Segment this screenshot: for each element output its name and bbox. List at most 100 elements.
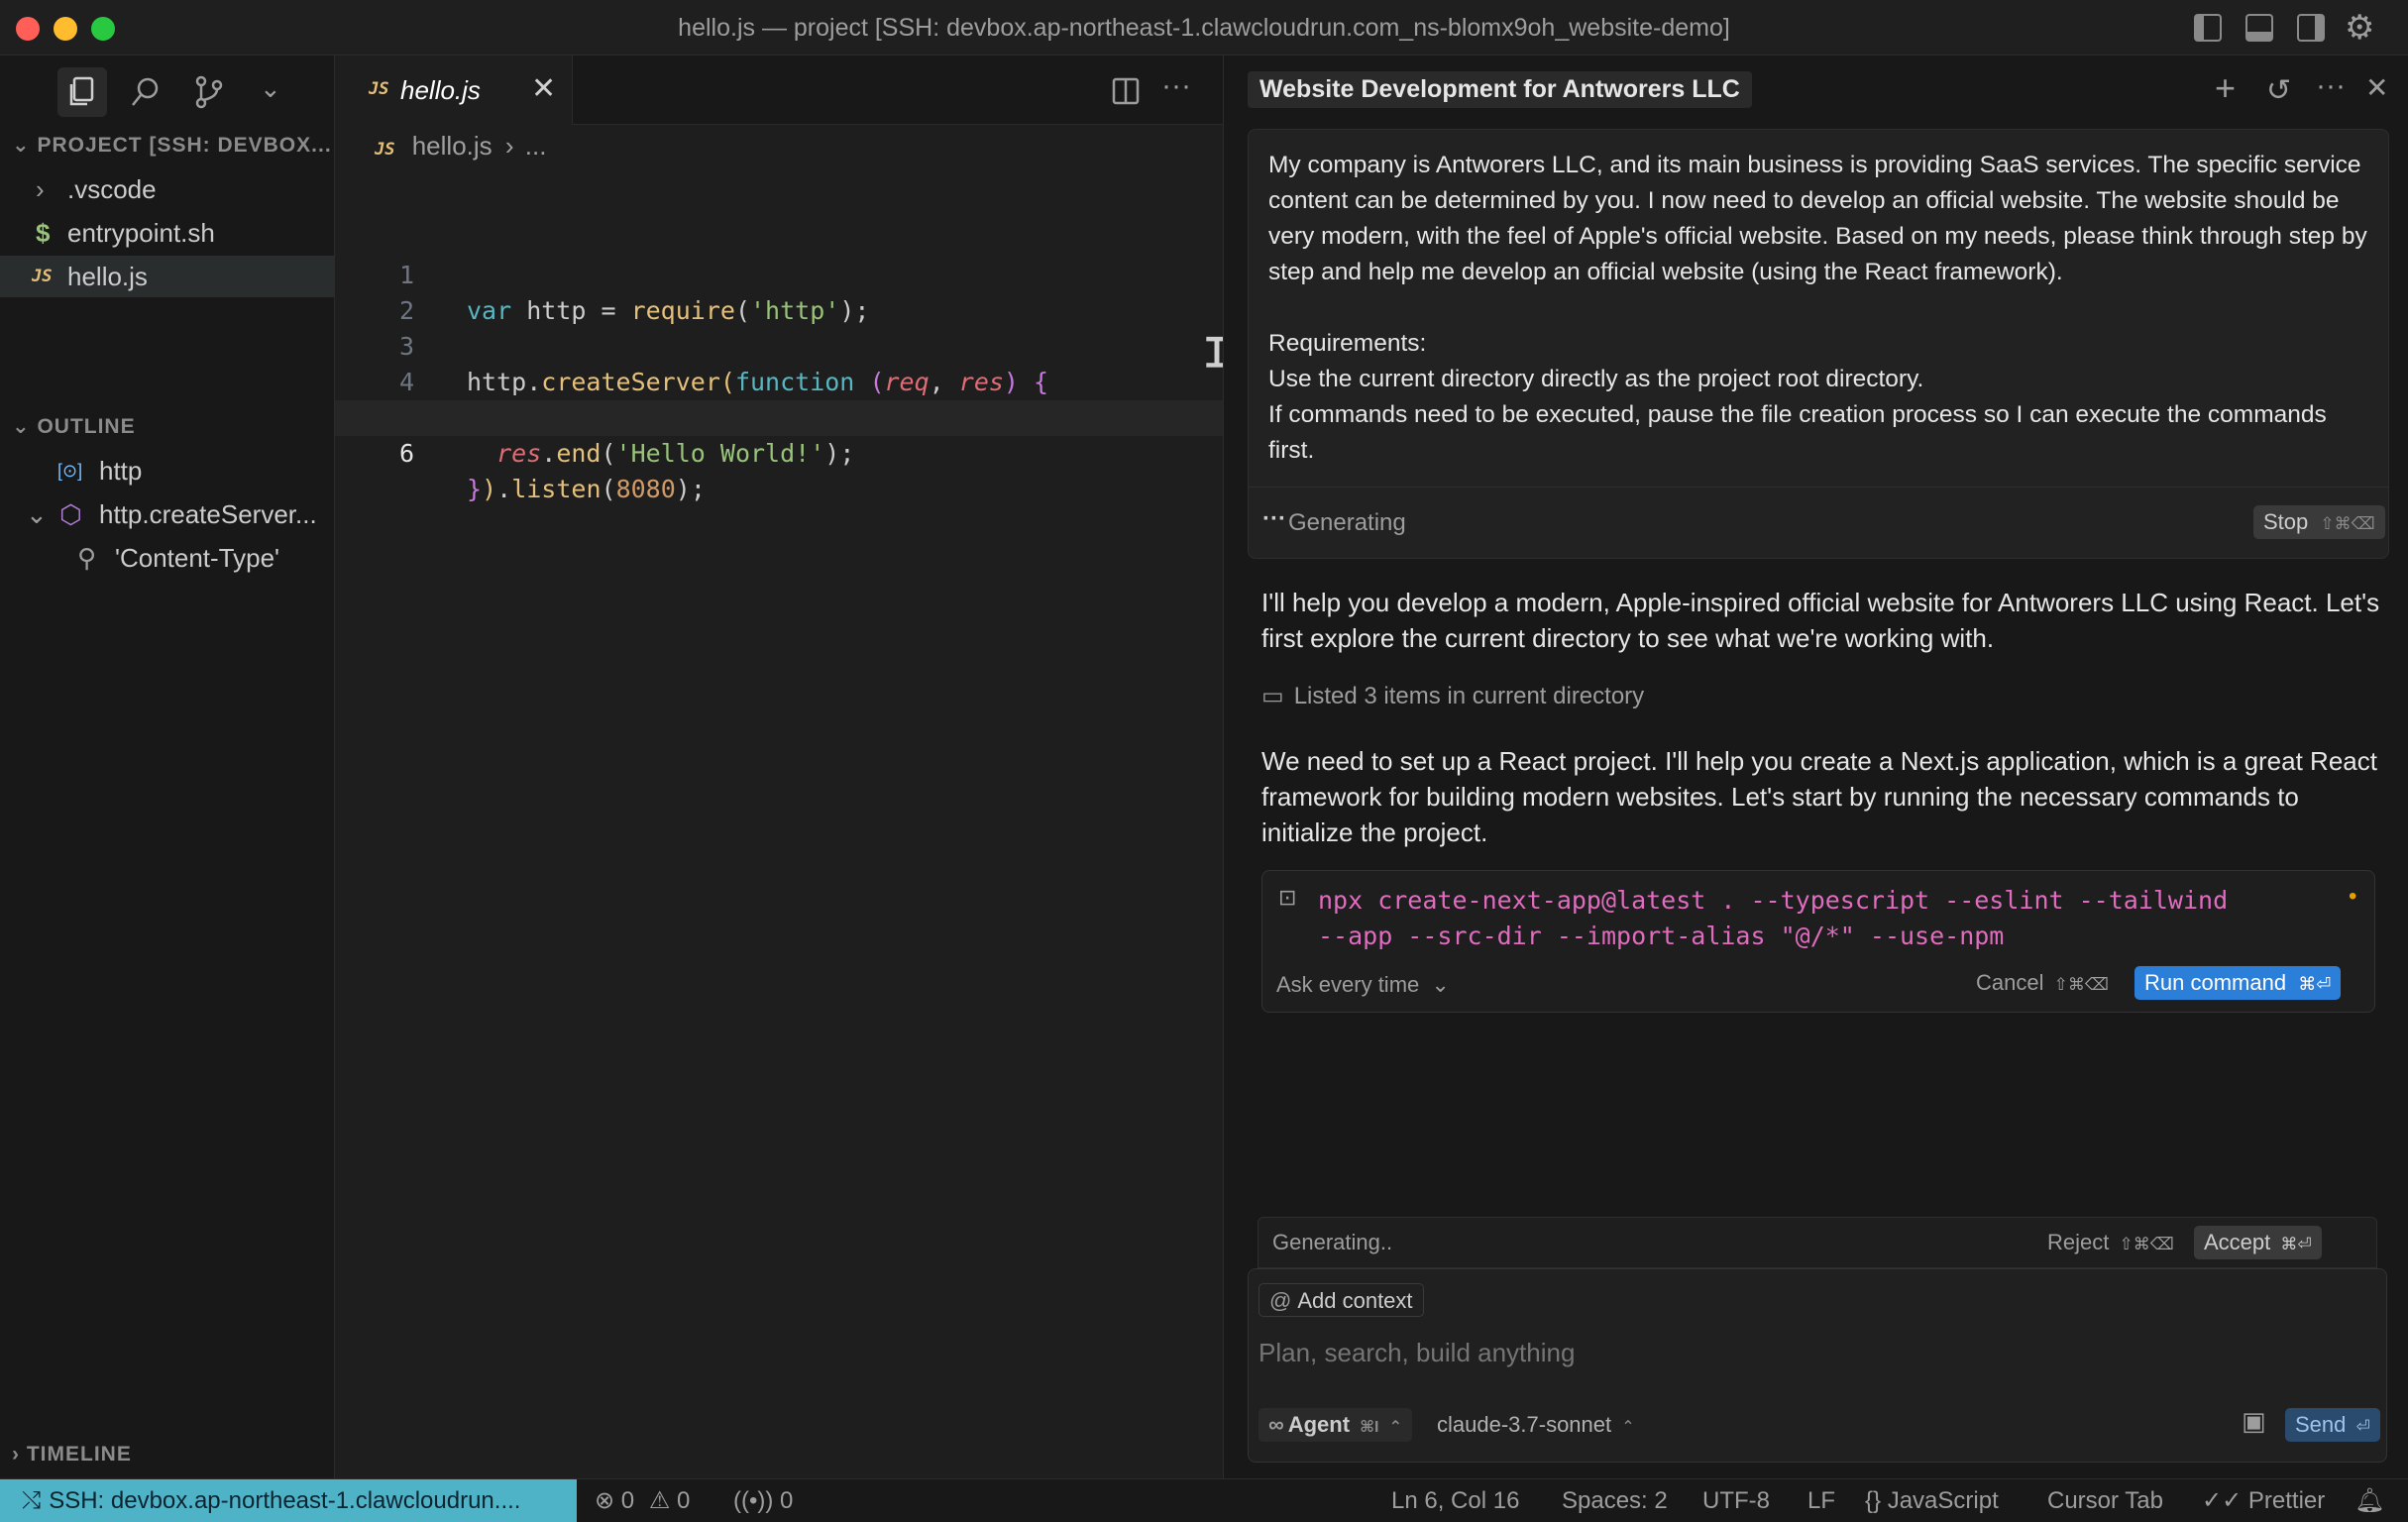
prettier-status[interactable]: ✓✓ Prettier bbox=[2202, 1479, 2325, 1522]
user-message-paragraph: If commands need to be executed, pause t… bbox=[1268, 401, 2327, 464]
tree-item-vscode[interactable]: › .vscode bbox=[0, 168, 335, 210]
chat-composer: @Add context ∞Agent ⌘I ⌃ claude-3.7-sonn… bbox=[1248, 1268, 2387, 1463]
timeline-section-header[interactable]: › TIMELINE bbox=[12, 1443, 132, 1467]
image-attach-icon[interactable]: ▣ bbox=[2242, 1406, 2266, 1437]
property-wrench-icon: ⚲ bbox=[77, 543, 97, 573]
settings-gear-icon[interactable]: ⚙ bbox=[2345, 8, 2374, 48]
run-command-button[interactable]: Run command ⌘⏎ bbox=[2134, 966, 2342, 1000]
chevron-up-icon: ⌃ bbox=[1388, 1419, 1402, 1436]
chevron-down-icon: ⌄ bbox=[12, 134, 38, 157]
js-icon: JS bbox=[375, 140, 395, 160]
close-panel-icon[interactable]: ✕ bbox=[2365, 71, 2388, 104]
outline-item-create-server[interactable]: ⌄ ⬡ http.createServer... bbox=[0, 493, 335, 535]
generating-row: ··· Generating Stop ⇧⌘⌫ bbox=[1249, 487, 2388, 558]
close-tab-icon[interactable]: ✕ bbox=[531, 71, 556, 106]
cursor-position[interactable]: Ln 6, Col 16 bbox=[1391, 1479, 1519, 1522]
history-icon[interactable]: ↺ bbox=[2266, 73, 2291, 108]
terminal-command-card: ⊡ npx create-next-app@latest . --typescr… bbox=[1261, 870, 2375, 1013]
terminal-icon: ⊡ bbox=[1278, 885, 1297, 910]
variable-icon: [⊙] bbox=[57, 461, 83, 481]
composer-input[interactable] bbox=[1259, 1331, 2368, 1374]
end-of-line[interactable]: LF bbox=[1807, 1479, 1835, 1522]
ports-indicator[interactable]: ((•)) 0 bbox=[733, 1479, 793, 1522]
braces-icon: {} bbox=[1865, 1487, 1882, 1514]
code-line-current[interactable]: 6 }).listen(8080); bbox=[335, 400, 1223, 503]
indentation[interactable]: Spaces: 2 bbox=[1562, 1479, 1668, 1522]
remote-indicator[interactable]: ⤭ SSH: devbox.ap-northeast-1.clawcloudrun… bbox=[0, 1479, 577, 1522]
status-bar: ⤭ SSH: devbox.ap-northeast-1.clawcloudrun… bbox=[0, 1478, 2408, 1522]
infinity-icon: ∞ bbox=[1268, 1412, 1284, 1437]
outline-item-http[interactable]: [⊙] http bbox=[0, 450, 335, 491]
ai-chat-panel: Website Development for Antworers LLC + … bbox=[1223, 55, 2408, 1478]
command-text: npx create-next-app@latest . --typescrip… bbox=[1318, 886, 2229, 950]
ask-every-time-dropdown[interactable]: Ask every time ⌄ bbox=[1276, 972, 1450, 998]
warning-icon: ⚠ bbox=[648, 1487, 671, 1514]
user-message[interactable]: My company is Antworers LLC, and its mai… bbox=[1248, 129, 2389, 559]
user-message-paragraph: Use the current directory directly as th… bbox=[1268, 366, 1924, 392]
language-mode[interactable]: {} JavaScript bbox=[1865, 1479, 1999, 1522]
add-context-button[interactable]: @ Add context bbox=[1259, 1283, 1424, 1317]
chevron-up-icon: ⌃ bbox=[1621, 1419, 1635, 1436]
chevron-right-icon: › bbox=[504, 131, 514, 161]
notifications-bell-icon[interactable]: 🔔︎ bbox=[2354, 1479, 2384, 1522]
at-sign-icon: @ bbox=[1269, 1288, 1292, 1313]
code-line[interactable]: 1 var http = require('http'); bbox=[335, 222, 1223, 325]
code-line[interactable]: 3 http.createServer(function (req, res) … bbox=[335, 293, 1223, 396]
toggle-primary-sidebar-icon[interactable] bbox=[2194, 14, 2222, 42]
more-views-chevron-down-icon[interactable]: ⌄ bbox=[260, 73, 281, 104]
outline-item-content-type[interactable]: ⚲ 'Content-Type' bbox=[0, 537, 335, 579]
split-editor-icon[interactable] bbox=[1112, 77, 1140, 105]
pending-status: Generating.. bbox=[1272, 1230, 1393, 1254]
code-line[interactable]: 2 bbox=[335, 258, 1223, 325]
code-line[interactable]: 5 res.end('Hello World!'); bbox=[335, 365, 1223, 468]
broadcast-icon: ((•)) bbox=[733, 1487, 774, 1514]
title-bar: hello.js — project [SSH: devbox.ap-north… bbox=[0, 0, 2408, 55]
js-icon: JS bbox=[369, 79, 389, 99]
double-check-icon: ✓✓ bbox=[2202, 1487, 2243, 1514]
toggle-secondary-sidebar-icon[interactable] bbox=[2297, 14, 2325, 42]
source-control-icon[interactable] bbox=[192, 75, 226, 109]
generating-label: Generating bbox=[1288, 509, 1406, 536]
accept-button[interactable]: Accept ⌘⏎ bbox=[2194, 1226, 2322, 1259]
assistant-message: I'll help you develop a modern, Apple-in… bbox=[1261, 588, 2380, 653]
code-editor: JS hello.js ✕ ··· JS hello.js › ... 1 va… bbox=[335, 55, 1243, 1478]
tab-hello-js[interactable]: JS hello.js ✕ bbox=[335, 55, 573, 125]
more-actions-icon[interactable]: ··· bbox=[1161, 69, 1191, 103]
search-icon[interactable] bbox=[129, 75, 163, 109]
method-cube-icon: ⬡ bbox=[59, 499, 82, 529]
stop-button[interactable]: Stop ⇧⌘⌫ bbox=[2253, 505, 2385, 539]
cursor-tab[interactable]: Cursor Tab bbox=[2047, 1479, 2163, 1522]
error-icon: ⊗ bbox=[595, 1487, 615, 1514]
editor-tab-bar: JS hello.js ✕ ··· bbox=[335, 55, 1223, 125]
assistant-message: We need to set up a React project. I'll … bbox=[1261, 746, 2377, 847]
tree-item-entrypoint[interactable]: $ entrypoint.sh bbox=[0, 212, 335, 254]
problems-indicator[interactable]: ⊗ 0 ⚠ 0 bbox=[595, 1479, 690, 1522]
chevron-right-icon: › bbox=[36, 174, 45, 204]
loading-dots-icon: ··· bbox=[1262, 505, 1286, 532]
reject-button[interactable]: Reject ⇧⌘⌫ bbox=[2037, 1226, 2184, 1259]
breadcrumb: JS hello.js › ... bbox=[375, 131, 546, 162]
tool-result[interactable]: ▭ Listed 3 items in current directory bbox=[1261, 682, 1644, 710]
user-message-paragraph: Requirements: bbox=[1268, 330, 1427, 357]
chevron-down-icon: ⌄ bbox=[1431, 972, 1450, 997]
breadcrumb-symbol[interactable]: ... bbox=[525, 131, 547, 161]
send-button[interactable]: Send ⏎ bbox=[2285, 1408, 2380, 1442]
toggle-panel-icon[interactable] bbox=[2245, 14, 2273, 42]
tree-item-hello-js[interactable]: JS hello.js bbox=[0, 256, 335, 297]
encoding[interactable]: UTF-8 bbox=[1702, 1479, 1770, 1522]
chat-title[interactable]: Website Development for Antworers LLC bbox=[1248, 71, 1752, 108]
breadcrumb-file[interactable]: hello.js bbox=[412, 131, 493, 161]
js-icon: JS bbox=[32, 267, 53, 286]
dollar-icon: $ bbox=[36, 218, 51, 248]
code-line[interactable]: 4 res.writeHead(200, {'Content-Type': 't… bbox=[335, 329, 1243, 432]
files-icon[interactable] bbox=[65, 75, 99, 109]
cancel-button[interactable]: Cancel ⇧⌘⌫ bbox=[1966, 966, 2119, 1000]
more-actions-icon[interactable]: ··· bbox=[2316, 69, 2346, 103]
model-selector[interactable]: claude-3.7-sonnet ⌃ bbox=[1427, 1408, 1645, 1442]
agent-mode-dropdown[interactable]: ∞ Agent ⌘I ⌃ bbox=[1259, 1408, 1412, 1442]
new-chat-plus-icon[interactable]: + bbox=[2215, 67, 2236, 109]
project-section-header[interactable]: ⌄ PROJECT [SSH: DEVBOX... bbox=[12, 133, 332, 158]
user-message-paragraph: My company is Antworers LLC, and its mai… bbox=[1268, 152, 2367, 285]
pending-changes-bar: Generating.. Reject ⇧⌘⌫ Accept ⌘⏎ bbox=[1258, 1217, 2377, 1268]
outline-section-header[interactable]: ⌄ OUTLINE bbox=[12, 414, 136, 439]
